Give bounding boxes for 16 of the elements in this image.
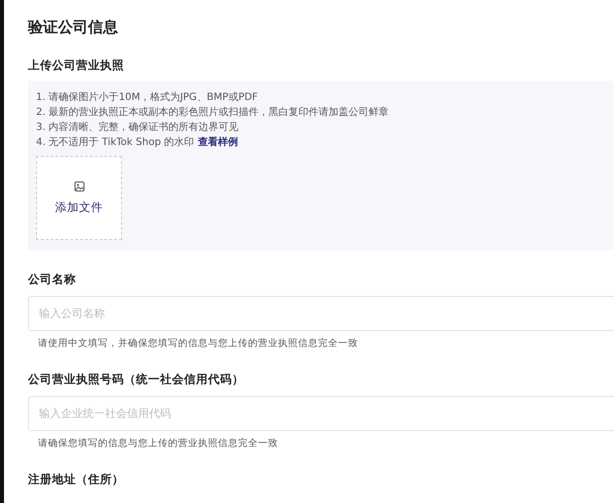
add-file-button[interactable]: 添加文件 (36, 156, 122, 240)
help-text: 请使用中文填写，并确保您填写的信息与您上传的营业执照信息完全一致 (37, 337, 359, 350)
input-field[interactable]: 输入公司名称 (28, 296, 614, 331)
input-field[interactable]: 输入企业统一社会信用代码 (28, 396, 614, 431)
help-text: 请确保您填写的信息与您上传的营业执照信息完全一致 (37, 437, 279, 450)
field-label: 公司营业执照号码（统一社会信用代码） (28, 372, 245, 387)
requirement-text: 4. 无不适用于 TikTok Shop 的水印 (36, 137, 194, 148)
image-icon (74, 181, 84, 192)
field-label: 上传公司营业执照 (28, 58, 125, 73)
requirement-text: 2. 最新的营业执照正本或副本的彩色照片或扫描件，黑白复印件请加盖公司鲜章 (36, 107, 389, 118)
example-link[interactable]: 查看样例 (198, 137, 238, 148)
page-title: 验证公司信息 (28, 18, 119, 38)
field-label: 注册地址（住所） (28, 472, 125, 487)
field-label: 公司名称 (28, 272, 77, 287)
requirement-text: 3. 内容清晰、完整，确保证书的所有边界可见 (36, 122, 239, 133)
requirement-text: 1. 请确保图片小于10M，格式为JPG、BMP或PDF (36, 92, 258, 103)
